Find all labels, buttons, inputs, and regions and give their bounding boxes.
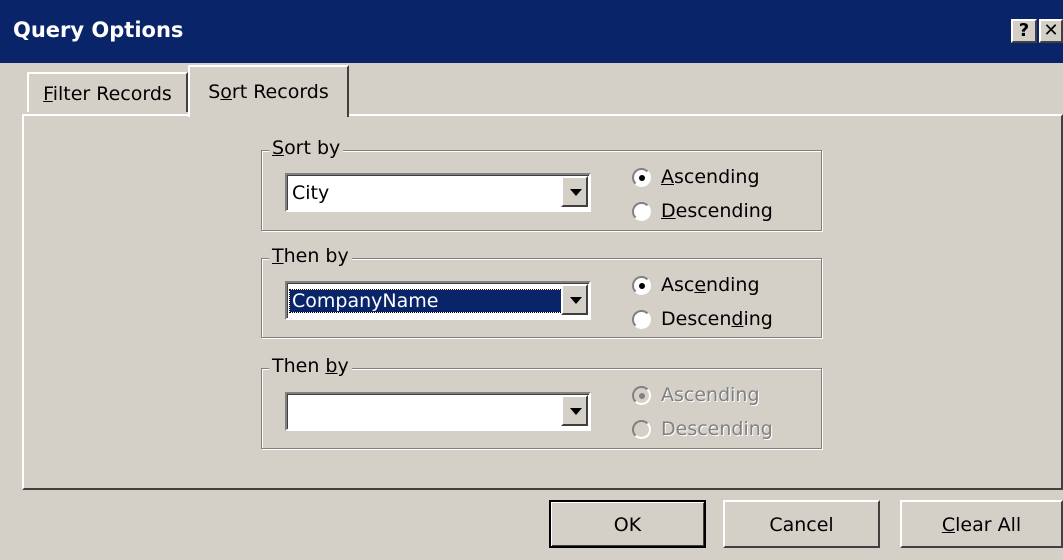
radio-checked-icon: [632, 276, 651, 295]
tab-filter-records-label: Filter Records: [43, 83, 172, 105]
radio-unchecked-icon: [632, 310, 651, 329]
sort-by-field-value: City: [292, 182, 330, 204]
radio-unchecked-icon: [632, 420, 651, 439]
clear-all-button[interactable]: Clear All: [900, 500, 1063, 548]
help-button[interactable]: ?: [1011, 19, 1037, 43]
radio-checked-icon: [632, 386, 651, 405]
radio-unchecked-icon: [632, 202, 651, 221]
ok-button-label: OK: [613, 514, 642, 536]
cancel-button-label: Cancel: [769, 514, 834, 536]
then-by-2-legend: Then by: [269, 355, 352, 377]
ok-button[interactable]: OK: [549, 500, 706, 548]
then-by-group-1: Then by CompanyName Ascending Descending: [261, 245, 822, 338]
tab-sort-records[interactable]: Sort Records: [188, 65, 349, 117]
sort-by-descending-label: Descending: [661, 200, 773, 222]
title-bar[interactable]: Query Options ? ✕: [0, 0, 1063, 63]
then-by-group-2: Then by Ascending Descending: [261, 355, 822, 449]
window-title: Query Options: [13, 18, 184, 42]
sort-by-legend: Sort by: [269, 137, 344, 159]
cancel-button[interactable]: Cancel: [723, 500, 880, 548]
chevron-down-icon[interactable]: [561, 395, 588, 426]
then-by-1-field-select[interactable]: CompanyName: [285, 281, 591, 320]
tab-filter-records[interactable]: Filter Records: [27, 72, 188, 112]
chevron-down-icon[interactable]: [561, 176, 588, 207]
then-by-1-ascending-label: Ascending: [661, 274, 760, 296]
chevron-down-icon[interactable]: [561, 284, 588, 315]
sort-by-ascending-label: Ascending: [661, 166, 760, 188]
then-by-2-descending-label: Descending: [661, 418, 773, 440]
sort-by-field-select[interactable]: City: [285, 173, 591, 212]
clear-all-button-label: Clear All: [941, 514, 1022, 536]
tab-sort-records-label: Sort Records: [208, 81, 329, 103]
then-by-1-field-value: CompanyName: [289, 289, 565, 313]
then-by-1-descending-label: Descending: [661, 308, 773, 330]
then-by-1-legend: Then by: [269, 245, 352, 267]
radio-checked-icon: [632, 168, 651, 187]
sort-by-group: Sort by City Ascending Descending: [261, 137, 822, 231]
then-by-2-ascending-label: Ascending: [661, 384, 760, 406]
then-by-2-field-select[interactable]: [285, 392, 591, 431]
close-button[interactable]: ✕: [1039, 19, 1063, 43]
